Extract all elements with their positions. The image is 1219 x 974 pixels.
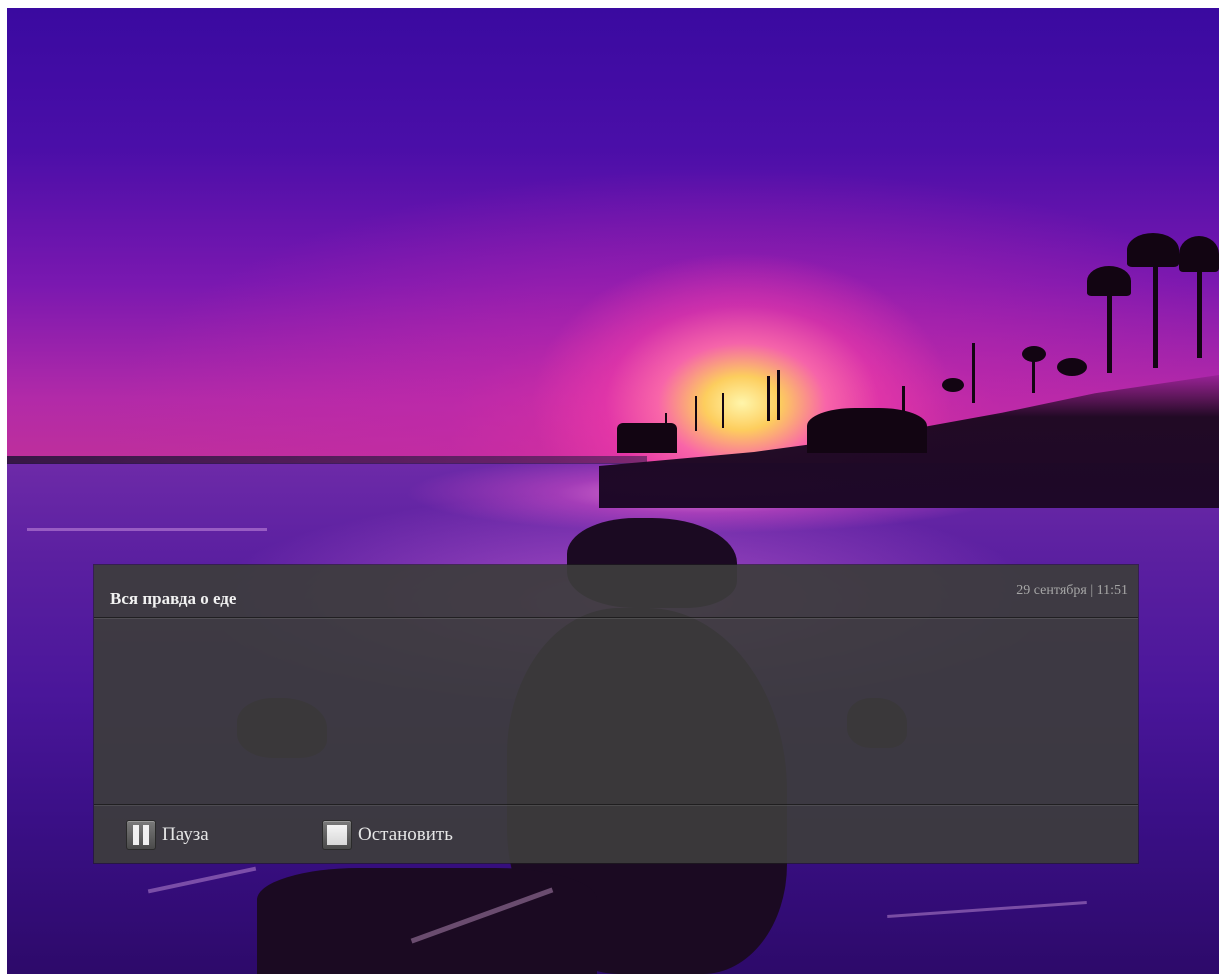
sky bbox=[7, 8, 1219, 468]
pause-button[interactable]: Пауза bbox=[126, 819, 209, 851]
notification-panel: Вся правда о еде 29 сентября | 11:51 Пау… bbox=[94, 565, 1138, 863]
notification-controls: Пауза Остановить bbox=[94, 804, 1138, 864]
palm-tree bbox=[767, 376, 770, 421]
stop-icon[interactable] bbox=[322, 820, 352, 850]
pause-bar bbox=[143, 825, 149, 845]
palm-tree bbox=[1197, 258, 1202, 358]
notification-title: Вся правда о еде bbox=[110, 589, 237, 608]
palm-tree bbox=[807, 408, 927, 453]
pause-icon[interactable] bbox=[126, 820, 156, 850]
stop-label[interactable]: Остановить bbox=[358, 824, 453, 846]
palm-tree bbox=[1127, 233, 1179, 267]
palm-tree bbox=[1022, 346, 1046, 362]
foam bbox=[27, 528, 267, 531]
notification-body bbox=[94, 618, 1138, 804]
palm-tree bbox=[1057, 358, 1087, 376]
palm-tree bbox=[942, 378, 964, 392]
rock bbox=[257, 868, 597, 974]
palm-tree bbox=[972, 343, 975, 403]
stop-button[interactable]: Остановить bbox=[322, 819, 453, 851]
palm-tree bbox=[1179, 236, 1219, 272]
horizon bbox=[7, 456, 647, 464]
notification-timestamp: 29 сентября | 11:51 bbox=[1016, 583, 1128, 598]
palm-tree bbox=[695, 396, 697, 431]
pause-bar bbox=[133, 825, 139, 845]
palm-tree bbox=[1087, 266, 1131, 296]
palm-tree bbox=[777, 370, 780, 420]
palm-tree bbox=[617, 423, 677, 453]
notification-header: Вся правда о еде 29 сентября | 11:51 bbox=[94, 565, 1138, 618]
palm-tree bbox=[722, 393, 724, 428]
stop-square bbox=[327, 825, 347, 845]
pause-label[interactable]: Пауза bbox=[162, 824, 209, 846]
